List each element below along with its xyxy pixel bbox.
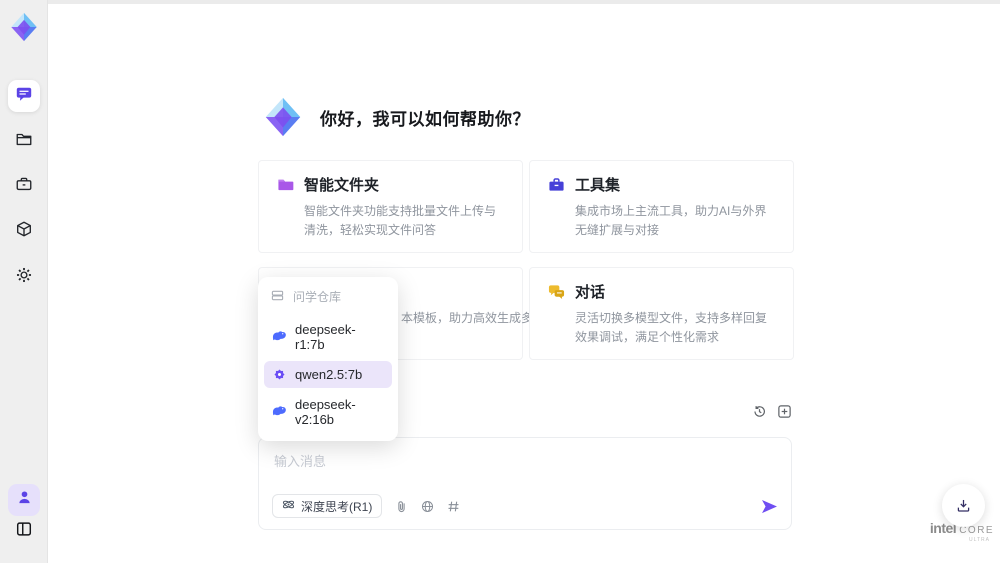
download-button[interactable] xyxy=(942,484,985,527)
model-repository-entry: 问学仓库 xyxy=(264,285,392,313)
model-option-qwen[interactable]: qwen2.5:7b xyxy=(264,361,392,388)
message-input[interactable] xyxy=(274,451,774,489)
panel-toggle-icon xyxy=(15,520,33,543)
core-wordmark: core xyxy=(959,525,995,536)
repository-icon xyxy=(271,289,286,304)
send-icon xyxy=(762,499,777,513)
deep-think-label: 深度思考(R1) xyxy=(301,499,373,514)
paperclip-icon[interactable] xyxy=(395,500,408,513)
app-logo-icon xyxy=(7,10,41,44)
briefcase-icon xyxy=(15,175,33,198)
cube-icon xyxy=(15,220,33,243)
sidebar-collapse-button[interactable] xyxy=(8,515,40,547)
globe-icon[interactable] xyxy=(421,500,434,513)
card-description: 集成市场上主流工具，助力AI与外界无缝扩展与对接 xyxy=(575,204,767,238)
sidebar-item-models[interactable] xyxy=(8,215,40,247)
send-button[interactable] xyxy=(761,499,778,514)
model-option-label: deepseek-v2:16b xyxy=(295,397,356,427)
model-option-deepseek-r1[interactable]: deepseek-r1:7b xyxy=(264,316,392,358)
user-icon xyxy=(16,489,33,511)
card-description: 智能文件夹功能支持批量文件上传与清洗，轻松实现文件问答 xyxy=(304,204,497,238)
qwen-icon xyxy=(272,367,287,382)
history-icon[interactable] xyxy=(752,404,767,419)
download-icon xyxy=(957,499,970,512)
core-tier-label: ultra xyxy=(968,537,990,543)
card-title: 工具集 xyxy=(575,177,621,194)
sidebar-item-toolbox[interactable] xyxy=(8,170,40,202)
model-option-deepseek-v2[interactable]: deepseek-v2:16b xyxy=(264,391,392,433)
atom-icon xyxy=(282,498,295,514)
deepseek-icon xyxy=(272,330,287,345)
repository-label: 问学仓库 xyxy=(293,290,342,304)
window-top-border xyxy=(0,0,1000,4)
chat-composer: 深度思考(R1) xyxy=(258,437,792,530)
card-description: 灵活切换多模型文件，支持多样回复效果调试，满足个性化需求 xyxy=(575,310,768,345)
sidebar-item-chat[interactable] xyxy=(8,80,40,112)
sidebar-item-settings[interactable] xyxy=(8,261,40,293)
deep-think-toggle[interactable]: 深度思考(R1) xyxy=(272,494,383,518)
folder-purple-icon xyxy=(277,176,294,193)
greeting-text: 你好，我可以如何帮助你？ xyxy=(320,109,530,129)
sidebar-item-account[interactable] xyxy=(8,484,40,516)
new-chat-icon[interactable] xyxy=(777,404,792,419)
chat-icon xyxy=(15,85,33,108)
gear-icon xyxy=(15,266,33,289)
app-window: 你好，我可以如何帮助你？ 智能文件夹 智能文件夹功能支持批量文件上传与清洗，轻松… xyxy=(0,0,1000,563)
assistant-logo-icon xyxy=(260,94,306,140)
greeting: 你好，我可以如何帮助你？ xyxy=(260,94,530,140)
card-toolset[interactable]: 工具集 集成市场上主流工具，助力AI与外界无缝扩展与对接 xyxy=(529,160,794,253)
conversation-actions xyxy=(752,404,792,419)
model-option-label: qwen2.5:7b xyxy=(295,367,363,382)
card-dialog[interactable]: 对话 灵活切换多模型文件，支持多样回复效果调试，满足个性化需求 xyxy=(529,266,794,360)
toolbox-blue-icon xyxy=(548,176,565,193)
card-title: 对话 xyxy=(575,283,606,301)
card-smart-folders[interactable]: 智能文件夹 智能文件夹功能支持批量文件上传与清洗，轻松实现文件问答 xyxy=(258,160,523,253)
composer-toolbar: 深度思考(R1) xyxy=(272,493,778,519)
card-title: 智能文件夹 xyxy=(304,177,380,194)
folder-icon xyxy=(15,130,33,153)
deepseek-icon xyxy=(272,405,287,420)
model-option-label: deepseek-r1:7b xyxy=(295,322,356,352)
hash-icon[interactable] xyxy=(447,500,460,513)
model-dropdown: 问学仓库 deepseek-r1:7b qwen2.5:7b deepseek-… xyxy=(258,277,398,441)
dialog-yellow-icon xyxy=(548,283,565,300)
sidebar xyxy=(0,0,48,563)
sidebar-item-folders[interactable] xyxy=(8,125,40,157)
